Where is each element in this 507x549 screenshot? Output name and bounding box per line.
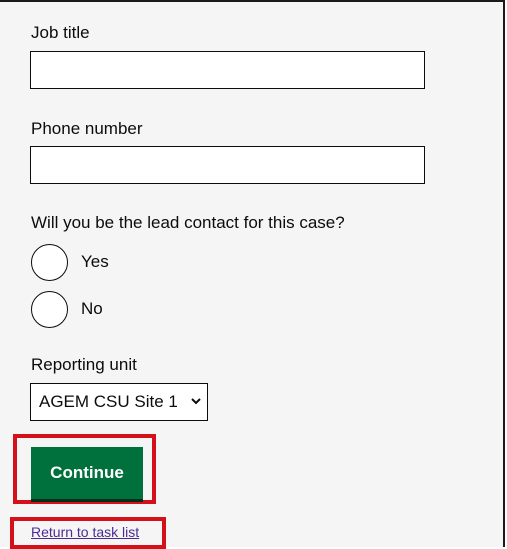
radio-no-circle[interactable] (31, 290, 68, 328)
chevron-down-icon (191, 398, 201, 405)
reporting-unit-label: Reporting unit (31, 355, 137, 374)
reporting-unit-selected: AGEM CSU Site 1 (39, 392, 178, 411)
phone-number-input[interactable] (30, 146, 425, 184)
radio-no-label: No (81, 299, 103, 318)
form-panel: Job title Phone number Will you be the l… (0, 0, 505, 549)
job-title-label: Job title (31, 23, 90, 42)
continue-button[interactable]: Continue (31, 447, 143, 499)
lead-contact-question: Will you be the lead contact for this ca… (31, 213, 345, 232)
reporting-unit-select[interactable]: AGEM CSU Site 1 (30, 383, 208, 421)
radio-yes-circle[interactable] (31, 243, 68, 281)
radio-yes-label: Yes (81, 252, 109, 271)
job-title-input[interactable] (30, 51, 425, 89)
radio-no[interactable]: No (31, 289, 103, 329)
return-to-task-list-link[interactable]: Return to task list (31, 523, 139, 541)
radio-yes[interactable]: Yes (31, 242, 109, 282)
phone-number-label: Phone number (31, 119, 143, 138)
